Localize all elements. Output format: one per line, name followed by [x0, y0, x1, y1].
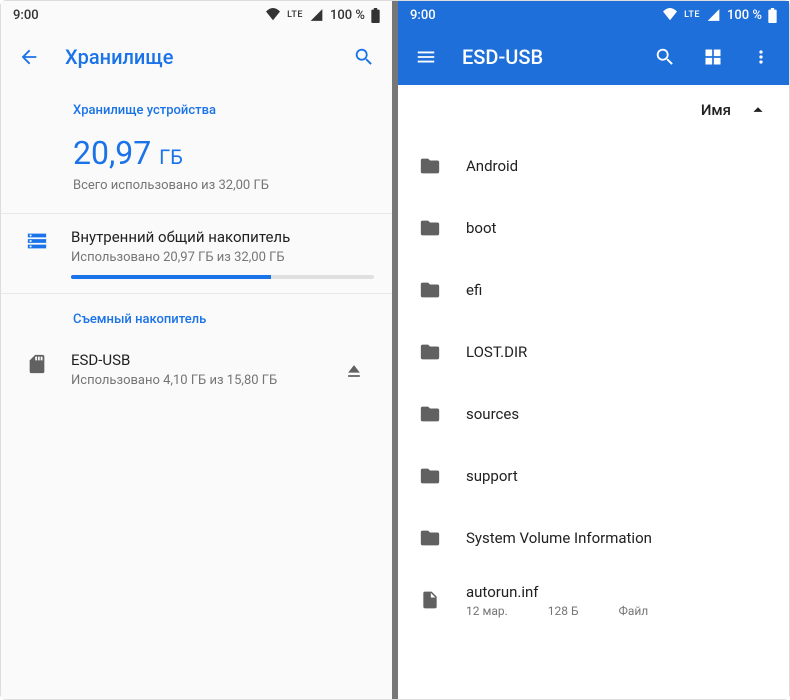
- battery-icon: [768, 8, 777, 23]
- item-name: efi: [466, 281, 771, 299]
- folder-row[interactable]: LOST.DIR: [398, 321, 789, 383]
- folder-icon: [416, 155, 444, 177]
- wifi-icon: [662, 8, 678, 22]
- item-name: autorun.inf: [466, 583, 771, 601]
- file-icon: [416, 589, 444, 611]
- folder-icon: [416, 341, 444, 363]
- removable-storage-header: Съемный накопитель: [1, 294, 392, 337]
- page-title: Хранилище: [57, 45, 336, 69]
- used-value: 20,97: [73, 134, 151, 172]
- folder-row[interactable]: System Volume Information: [398, 507, 789, 569]
- search-button[interactable]: [344, 37, 384, 77]
- app-bar: ESD-USB: [398, 29, 789, 85]
- network-type: LTE: [287, 11, 303, 20]
- used-unit: ГБ: [159, 145, 183, 169]
- folder-icon: [416, 527, 444, 549]
- signal-icon: [706, 8, 721, 22]
- internal-storage-row[interactable]: Внутренний общий накопитель Использовано…: [1, 213, 392, 294]
- folder-icon: [416, 279, 444, 301]
- folder-icon: [416, 465, 444, 487]
- item-meta: 12 мар. 128 Б Файл: [466, 604, 771, 618]
- item-name: support: [466, 467, 771, 485]
- signal-icon: [309, 8, 324, 22]
- usage-summary: 20,97 ГБ Всего использовано из 32,00 ГБ: [1, 128, 392, 213]
- sort-label: Имя: [701, 101, 731, 119]
- storage-icon: [26, 230, 48, 252]
- more-vert-icon: [751, 47, 771, 67]
- search-icon: [353, 46, 375, 68]
- battery-percent: 100 %: [330, 8, 365, 23]
- internal-storage-progress: [71, 275, 374, 279]
- menu-button[interactable]: [406, 37, 446, 77]
- item-name: sources: [466, 405, 771, 423]
- item-name: System Volume Information: [466, 529, 771, 547]
- item-size: 128 Б: [548, 604, 579, 618]
- removable-sub: Использовано 4,10 ГБ из 15,80 ГБ: [71, 373, 316, 388]
- item-kind: Файл: [619, 604, 649, 618]
- search-icon: [654, 46, 676, 68]
- arrow-back-icon: [18, 46, 40, 68]
- status-bar: 9:00 LTE 100 %: [1, 1, 392, 29]
- internal-storage-sub: Использовано 20,97 ГБ из 32,00 ГБ: [71, 250, 374, 265]
- folder-icon: [416, 217, 444, 239]
- folder-row[interactable]: boot: [398, 197, 789, 259]
- status-icons: LTE 100 %: [662, 8, 777, 23]
- chevron-up-icon: [747, 99, 769, 121]
- folder-row[interactable]: Android: [398, 135, 789, 197]
- status-time: 9:00: [410, 8, 436, 23]
- status-time: 9:00: [13, 8, 39, 23]
- network-type: LTE: [684, 11, 700, 20]
- item-date: 12 мар.: [466, 604, 508, 618]
- folder-row[interactable]: efi: [398, 259, 789, 321]
- overflow-menu-button[interactable]: [741, 37, 781, 77]
- status-bar: 9:00 LTE 100 %: [398, 1, 789, 29]
- wifi-icon: [265, 8, 281, 22]
- status-icons: LTE 100 %: [265, 8, 380, 23]
- sort-bar[interactable]: Имя: [398, 85, 789, 135]
- view-grid-button[interactable]: [693, 37, 733, 77]
- item-name: Android: [466, 157, 771, 175]
- search-button[interactable]: [645, 37, 685, 77]
- storage-settings-screen: 9:00 LTE 100 % Хранилище Хранилище устро…: [1, 1, 395, 699]
- file-list: Android boot efi LOST.DIR sources support Syst…: [398, 135, 789, 699]
- sd-card-icon: [26, 353, 48, 375]
- back-button[interactable]: [9, 37, 49, 77]
- device-storage-header: Хранилище устройства: [1, 85, 392, 128]
- grid-view-icon: [703, 47, 723, 67]
- folder-row[interactable]: sources: [398, 383, 789, 445]
- item-name: boot: [466, 219, 771, 237]
- file-browser-screen: 9:00 LTE 100 % ESD-USB Имя Android boot ef…: [395, 1, 789, 699]
- battery-icon: [371, 8, 380, 23]
- battery-percent: 100 %: [727, 8, 762, 23]
- hamburger-icon: [415, 46, 437, 68]
- removable-storage-row[interactable]: ESD-USB Использовано 4,10 ГБ из 15,80 ГБ: [1, 337, 392, 405]
- folder-row[interactable]: support: [398, 445, 789, 507]
- page-title: ESD-USB: [454, 45, 637, 69]
- eject-button[interactable]: [334, 351, 374, 391]
- used-subtitle: Всего использовано из 32,00 ГБ: [73, 178, 368, 193]
- item-name: LOST.DIR: [466, 343, 771, 361]
- file-row[interactable]: autorun.inf 12 мар. 128 Б Файл: [398, 569, 789, 631]
- removable-name: ESD-USB: [71, 351, 316, 369]
- internal-storage-name: Внутренний общий накопитель: [71, 228, 374, 246]
- eject-icon: [344, 361, 364, 381]
- folder-icon: [416, 403, 444, 425]
- app-bar: Хранилище: [1, 29, 392, 85]
